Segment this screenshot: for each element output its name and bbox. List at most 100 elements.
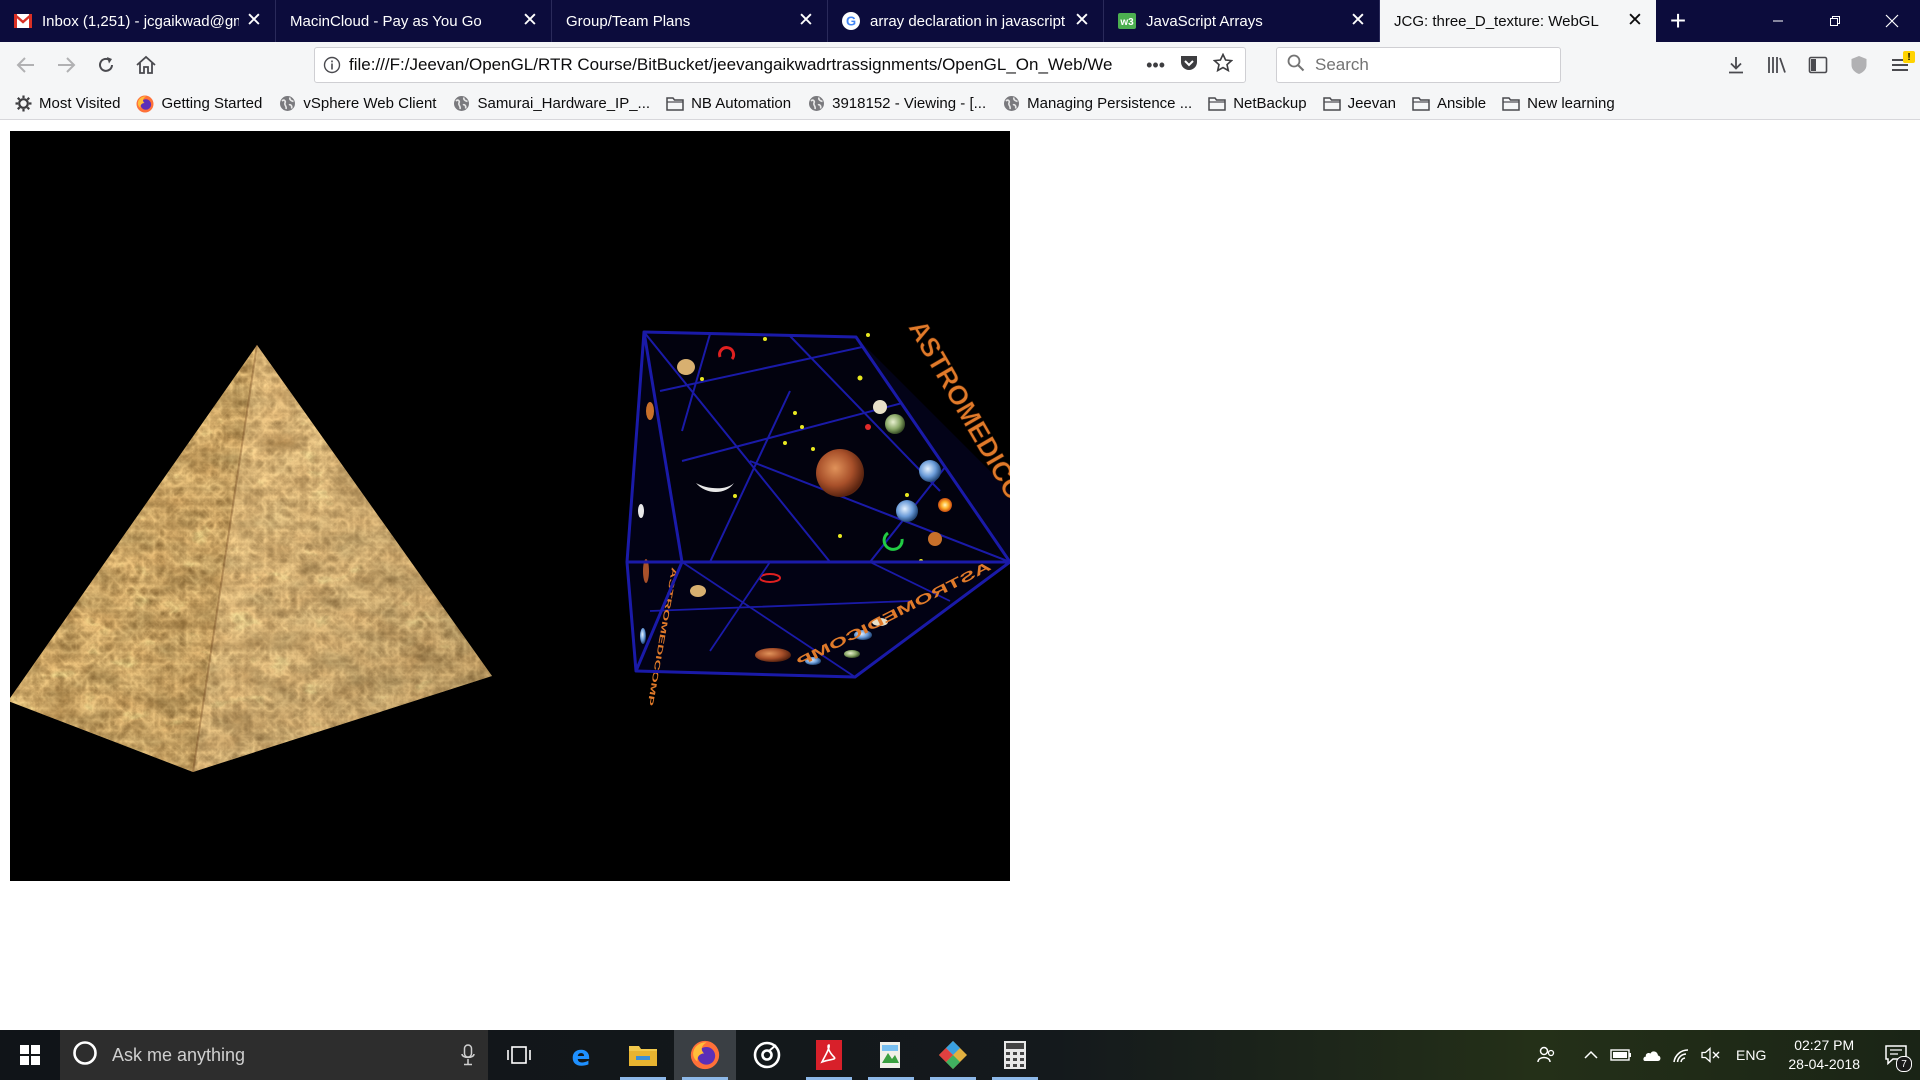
cortana-search-input[interactable]: Ask me anything	[112, 1045, 434, 1066]
page-actions-button[interactable]: •••	[1146, 55, 1165, 76]
downloads-button[interactable]	[1715, 45, 1756, 85]
bookmark-most-visited[interactable]: Most Visited	[14, 95, 120, 113]
bookmark-label: New learning	[1527, 95, 1615, 112]
search-input[interactable]: Search	[1315, 55, 1369, 75]
taskbar-app-dev-tool[interactable]	[922, 1030, 984, 1080]
gmail-icon	[14, 12, 32, 30]
clock-date: 28-04-2018	[1788, 1056, 1860, 1072]
bookmark-label: 3918152 - Viewing - [...	[832, 95, 987, 112]
battery-icon[interactable]	[1606, 1030, 1636, 1080]
task-view-button[interactable]	[488, 1030, 550, 1080]
chevron-up-icon[interactable]	[1576, 1030, 1606, 1080]
reload-button[interactable]	[86, 45, 126, 85]
toolbar-right: !	[1715, 42, 1920, 88]
tab-strip-spacer[interactable]	[1700, 0, 1749, 42]
page-content: ASTROMEDICOMP ASTROMEDICOMP ASTROMEDICOM…	[0, 121, 1920, 1030]
tab-jcg-three-d-texture[interactable]: JCG: three_D_texture: WebGL ✕	[1380, 0, 1656, 42]
bookmarks-toolbar: Most Visited Getting Started vSphere Web…	[0, 88, 1920, 120]
bookmark-jeevan[interactable]: Jeevan	[1322, 95, 1396, 113]
bookmark-getting-started[interactable]: Getting Started	[136, 95, 262, 113]
volume-muted-icon[interactable]	[1696, 1030, 1726, 1080]
start-button[interactable]	[0, 1030, 60, 1080]
bookmark-ansible[interactable]: Ansible	[1412, 95, 1486, 113]
onedrive-cloud-icon[interactable]	[1636, 1030, 1666, 1080]
bookmark-samurai-hardware[interactable]: Samurai_Hardware_IP_...	[452, 95, 650, 113]
extension-button[interactable]	[1838, 45, 1879, 85]
restore-icon[interactable]	[1806, 0, 1863, 42]
taskbar-app-edge[interactable]: e	[550, 1030, 612, 1080]
library-button[interactable]	[1756, 45, 1797, 85]
folder-icon	[1412, 95, 1430, 113]
close-window-icon[interactable]	[1863, 0, 1920, 42]
windows-logo-icon	[20, 1045, 40, 1065]
tab-array-declaration[interactable]: G array declaration in javascript ✕	[828, 0, 1104, 42]
close-icon[interactable]: ✕	[1626, 11, 1644, 30]
bookmark-nb-automation[interactable]: NB Automation	[666, 95, 791, 113]
taskbar-app-image-viewer[interactable]	[860, 1030, 922, 1080]
calculator-icon	[1004, 1041, 1026, 1069]
info-icon[interactable]	[315, 56, 349, 74]
bookmark-new-learning[interactable]: New learning	[1502, 95, 1615, 113]
search-icon	[1287, 54, 1305, 77]
bookmark-label: Samurai_Hardware_IP_...	[477, 95, 651, 112]
task-view-icon	[507, 1046, 531, 1064]
home-button[interactable]	[126, 45, 166, 85]
close-icon[interactable]: ✕	[797, 11, 815, 30]
taskbar-app-firefox[interactable]	[674, 1030, 736, 1080]
bookmark-label: NetBackup	[1233, 95, 1307, 112]
system-tray: ENG 02:27 PM 28-04-2018 7	[1532, 1030, 1920, 1080]
pocket-icon[interactable]	[1179, 54, 1199, 77]
tab-title: Inbox (1,251) - jcgaikwad@gm	[42, 12, 239, 30]
bookmark-vsphere-web-client[interactable]: vSphere Web Client	[278, 95, 436, 113]
tab-macincloud[interactable]: MacinCloud - Pay as You Go ✕	[276, 0, 552, 42]
close-icon[interactable]: ✕	[1349, 11, 1367, 30]
sidebar-button[interactable]	[1797, 45, 1838, 85]
taskbar-app-acrobat-reader[interactable]	[798, 1030, 860, 1080]
google-icon: G	[842, 12, 860, 30]
bookmark-managing-persistence[interactable]: Managing Persistence ...	[1002, 95, 1192, 113]
bookmark-netbackup[interactable]: NetBackup	[1208, 95, 1307, 113]
close-icon[interactable]: ✕	[521, 11, 539, 30]
taskbar-app-calculator[interactable]	[984, 1030, 1046, 1080]
back-button[interactable]	[6, 45, 46, 85]
bookmark-label: Managing Persistence ...	[1027, 95, 1193, 112]
clock-time: 02:27 PM	[1794, 1037, 1855, 1053]
tab-group-team-plans[interactable]: Group/Team Plans ✕	[552, 0, 828, 42]
close-icon[interactable]: ✕	[245, 11, 263, 30]
url-bar[interactable]: file:///F:/Jeevan/OpenGL/RTR Course/BitB…	[314, 47, 1246, 83]
cortana-search-box[interactable]: Ask me anything	[60, 1030, 488, 1080]
firefox-icon	[690, 1040, 720, 1070]
cortana-circle-icon	[72, 1040, 98, 1071]
notification-count-badge: 7	[1896, 1056, 1912, 1072]
new-tab-button[interactable]: +	[1656, 0, 1700, 42]
update-badge-icon: !	[1903, 51, 1915, 63]
tab-javascript-arrays[interactable]: w3 JavaScript Arrays ✕	[1104, 0, 1380, 42]
tab-title: MacinCloud - Pay as You Go	[290, 12, 482, 30]
webgl-canvas[interactable]: ASTROMEDICOMP ASTROMEDICOMP ASTROMEDICOM…	[10, 131, 1010, 881]
globe-icon	[278, 95, 296, 113]
system-clock[interactable]: 02:27 PM 28-04-2018	[1776, 1036, 1872, 1074]
microphone-icon[interactable]	[448, 1044, 488, 1066]
people-icon[interactable]	[1532, 1030, 1562, 1080]
tab-gmail-inbox[interactable]: Inbox (1,251) - jcgaikwad@gm ✕	[0, 0, 276, 42]
shield-icon	[1851, 56, 1866, 74]
taskbar-app-media-player[interactable]	[736, 1030, 798, 1080]
bookmark-3918152-viewing[interactable]: 3918152 - Viewing - [...	[807, 95, 986, 113]
library-icon	[1767, 57, 1786, 73]
bookmark-star-icon[interactable]	[1212, 52, 1234, 78]
svg-text:G: G	[846, 14, 856, 29]
close-icon[interactable]: ✕	[1073, 11, 1091, 30]
bookmark-label: Ansible	[1436, 95, 1487, 112]
menu-button[interactable]: !	[1879, 45, 1920, 85]
sidebar-icon	[1808, 56, 1827, 74]
search-bar[interactable]: Search	[1276, 47, 1561, 83]
taskbar-app-file-explorer[interactable]	[612, 1030, 674, 1080]
forward-button[interactable]	[46, 45, 86, 85]
arrow-left-icon	[16, 57, 34, 73]
minimize-icon[interactable]	[1749, 0, 1806, 42]
home-icon	[136, 55, 156, 74]
url-text[interactable]: file:///F:/Jeevan/OpenGL/RTR Course/BitB…	[349, 55, 1134, 75]
action-center-button[interactable]: 7	[1872, 1030, 1920, 1080]
wifi-icon[interactable]	[1666, 1030, 1696, 1080]
input-language[interactable]: ENG	[1726, 1047, 1776, 1063]
